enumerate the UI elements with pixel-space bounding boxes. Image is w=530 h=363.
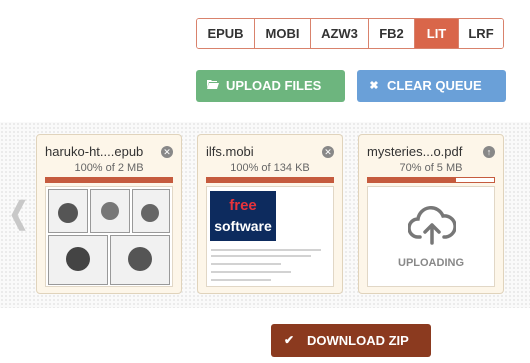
text-line <box>211 271 291 273</box>
logo-word-top: free <box>229 197 257 214</box>
progress-fill <box>46 178 172 182</box>
upload-arrow-icon[interactable]: ↑ <box>483 146 495 158</box>
progress-bar <box>206 177 334 183</box>
progress-bar <box>45 177 173 183</box>
cloud-upload-icon <box>408 206 456 245</box>
file-thumbnail <box>45 186 173 287</box>
text-line <box>211 279 271 281</box>
upload-files-button[interactable]: UPLOAD FILES <box>196 70 345 102</box>
format-tab-lit[interactable]: LIT <box>415 19 459 48</box>
file-status: 100% of 2 MB <box>74 162 144 174</box>
logo-word-bottom: software <box>214 218 272 234</box>
remove-icon[interactable]: ✕ <box>322 146 334 158</box>
book-cover-logo: free software <box>210 191 276 241</box>
format-tab-epub[interactable]: EPUB <box>197 19 255 48</box>
file-status: 100% of 134 KB <box>230 162 310 174</box>
manga-page-illustration <box>58 202 159 271</box>
check-icon: ✔ <box>283 333 295 347</box>
file-card: mysteries...o.pdf ↑ 70% of 5 MB UPLOADIN… <box>358 134 504 294</box>
clear-queue-label: CLEAR QUEUE <box>387 78 482 93</box>
format-tab-fb2[interactable]: FB2 <box>369 19 415 48</box>
progress-fill <box>368 178 457 182</box>
download-zip-label: DOWNLOAD ZIP <box>307 333 409 348</box>
format-tab-azw3[interactable]: AZW3 <box>311 19 369 48</box>
progress-fill <box>207 178 333 182</box>
format-tab-lrf[interactable]: LRF <box>459 19 503 48</box>
download-zip-button[interactable]: ✔ DOWNLOAD ZIP <box>271 324 431 357</box>
format-tabs: EPUB MOBI AZW3 FB2 LIT LRF <box>196 18 504 49</box>
clear-queue-button[interactable]: ✖ CLEAR QUEUE <box>357 70 506 102</box>
close-icon: ✖ <box>369 80 379 92</box>
file-name: mysteries...o.pdf <box>367 144 463 159</box>
progress-bar <box>367 177 495 183</box>
file-card: ilfs.mobi ✕ 100% of 134 KB free software <box>197 134 343 294</box>
file-name: ilfs.mobi <box>206 144 254 159</box>
file-thumbnail: free software <box>206 186 334 287</box>
text-line <box>211 263 281 265</box>
file-name: haruko-ht....epub <box>45 144 144 159</box>
text-line <box>211 255 311 257</box>
converter-widget: EPUB MOBI AZW3 FB2 LIT LRF UPLOAD FILES … <box>0 0 530 363</box>
text-line <box>211 249 321 251</box>
file-status: 70% of 5 MB <box>399 162 463 174</box>
file-thumbnail: UPLOADING <box>367 186 495 287</box>
file-card: haruko-ht....epub ✕ 100% of 2 MB <box>36 134 182 294</box>
format-tab-mobi[interactable]: MOBI <box>255 19 311 48</box>
chevron-left-icon[interactable]: ❮ <box>9 196 29 231</box>
upload-files-label: UPLOAD FILES <box>226 78 322 93</box>
folder-open-icon <box>196 70 226 102</box>
remove-icon[interactable]: ✕ <box>161 146 173 158</box>
uploading-label: UPLOADING <box>398 257 464 269</box>
